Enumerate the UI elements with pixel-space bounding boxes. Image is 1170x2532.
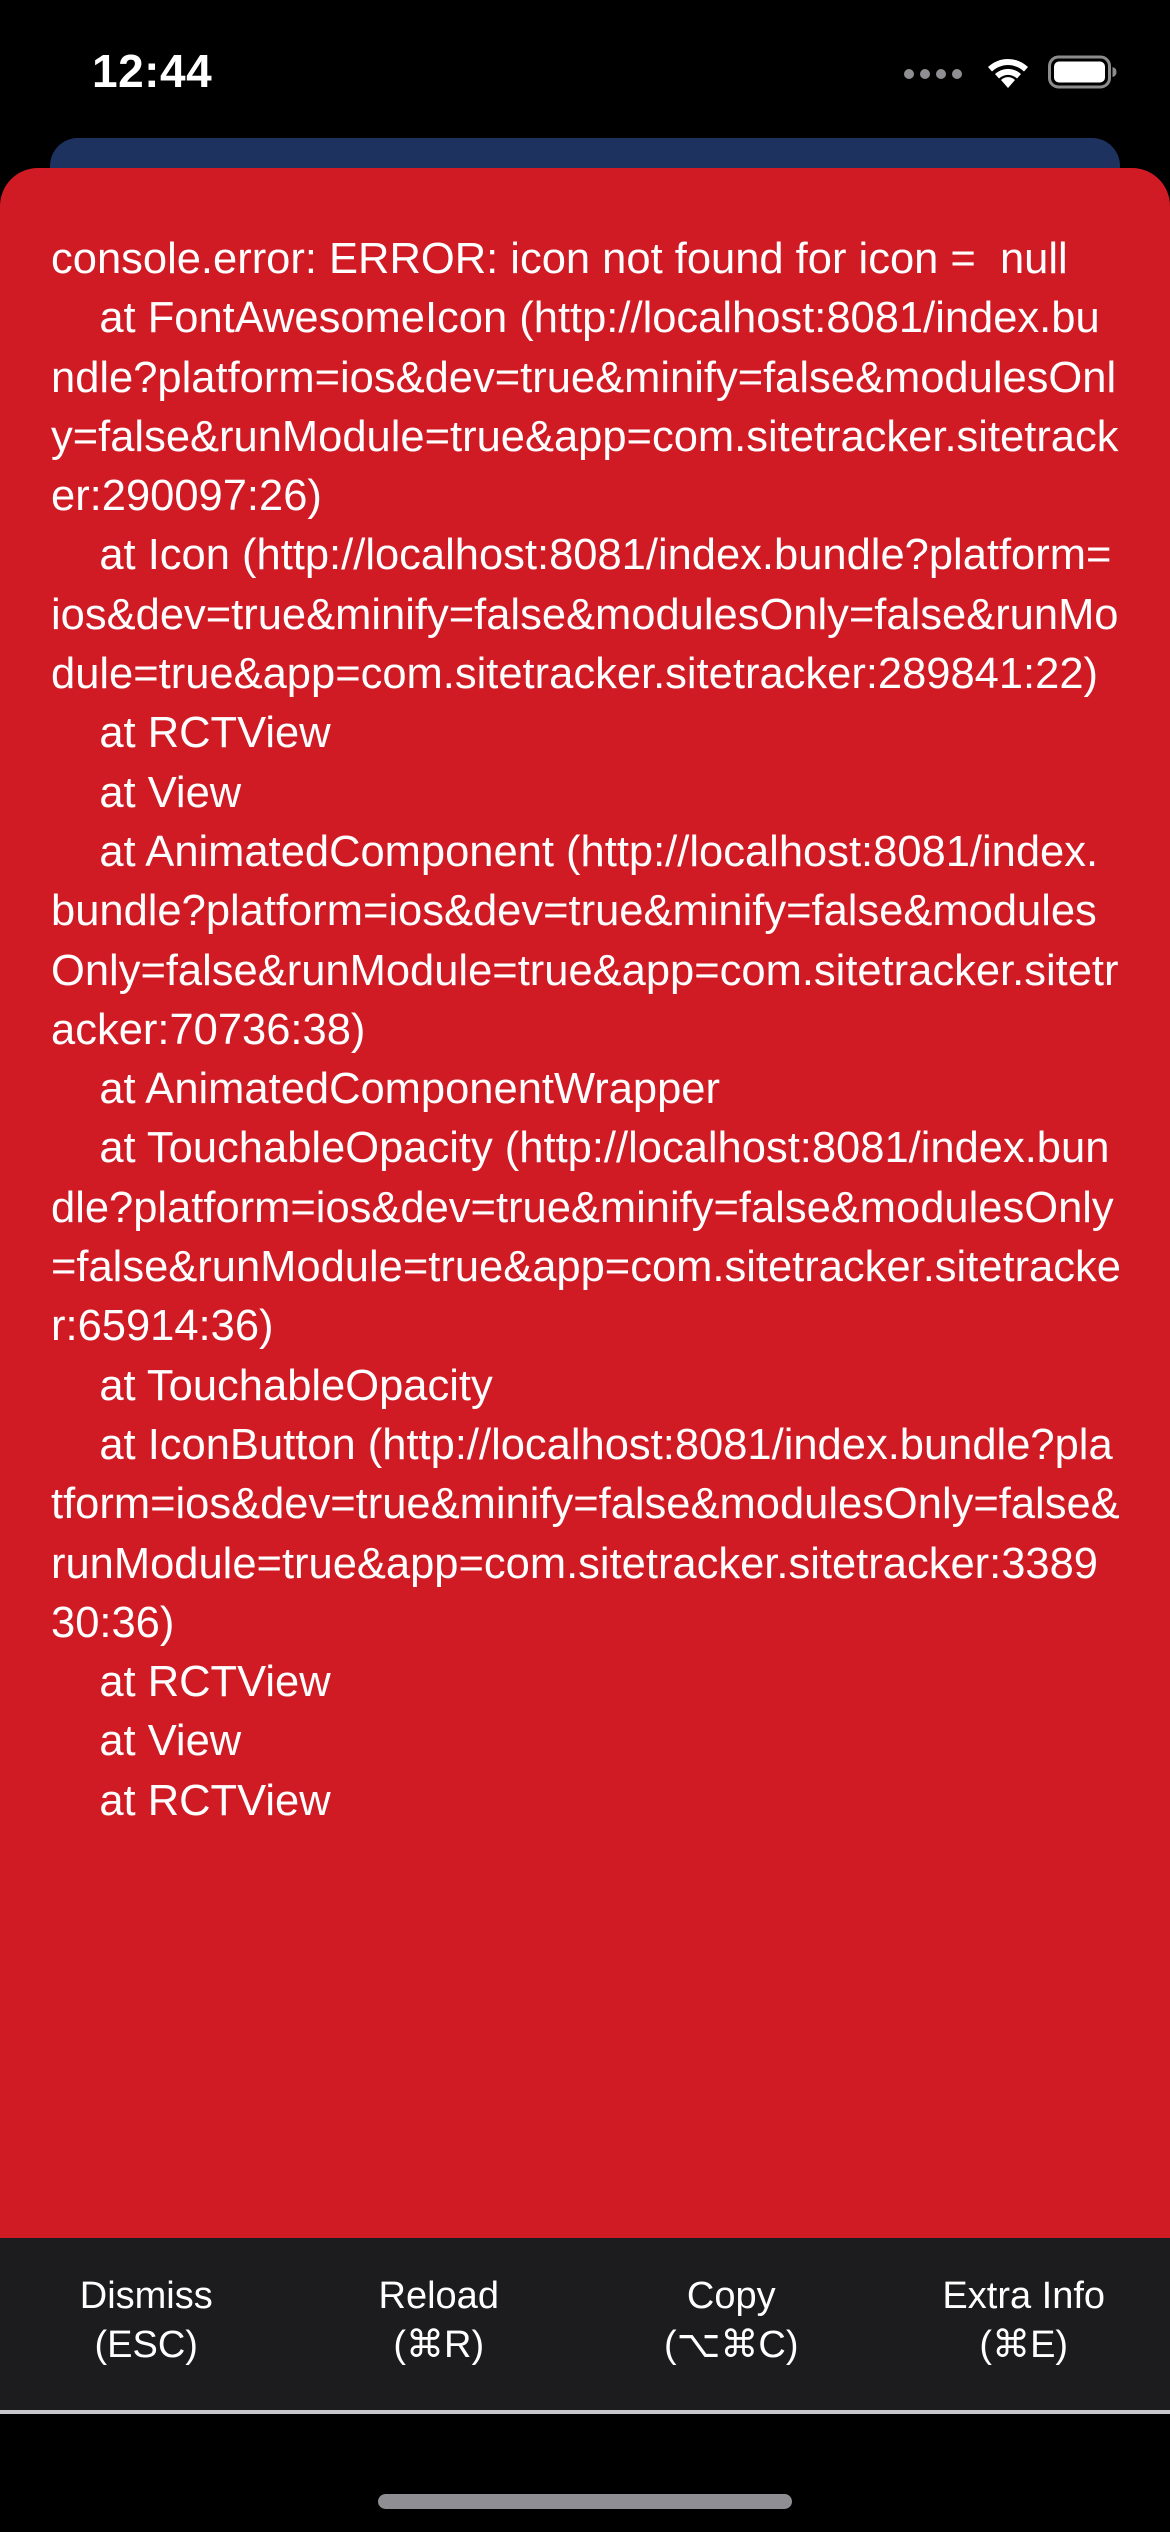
reload-button[interactable]: Reload (⌘R) [293,2238,586,2412]
logbox-panel[interactable]: console.error: ERROR: icon not found for… [0,168,1170,2238]
extra-info-button[interactable]: Extra Info (⌘E) [878,2238,1170,2412]
status-icons [904,52,1118,96]
wifi-icon [986,55,1030,94]
logbox-action-bar: Dismiss (ESC) Reload (⌘R) Copy (⌥⌘C) Ext… [0,2238,1170,2412]
screen: 12:44 console.error: ERROR: icon not fou… [0,0,1170,2532]
reload-shortcut: (⌘R) [393,2324,485,2366]
status-time: 12:44 [92,45,213,97]
status-bar: 12:44 [0,0,1170,150]
extra-info-label: Extra Info [942,2275,1106,2317]
home-area [0,2414,1170,2532]
battery-icon [1048,55,1118,94]
dismiss-button[interactable]: Dismiss (ESC) [0,2238,293,2412]
home-indicator[interactable] [378,2494,792,2509]
extra-info-shortcut: (⌘E) [979,2324,1069,2366]
reload-label: Reload [378,2275,499,2317]
copy-label: Copy [686,2275,776,2317]
error-message: console.error: ERROR: icon not found for… [51,235,1121,1825]
copy-button[interactable]: Copy (⌥⌘C) [585,2238,878,2412]
dismiss-shortcut: (ESC) [94,2324,198,2366]
cellular-signal-icon [904,69,962,79]
dismiss-label: Dismiss [79,2275,213,2317]
copy-shortcut: (⌥⌘C) [663,2324,799,2366]
